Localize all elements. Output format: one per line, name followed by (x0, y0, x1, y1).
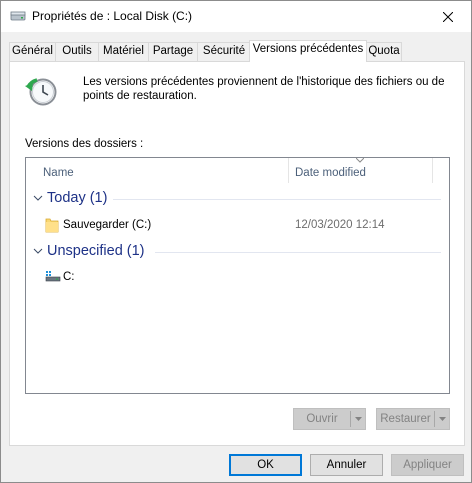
item-date: 12/03/2020 12:14 (295, 219, 385, 231)
split-separator (350, 411, 351, 427)
tab-outils[interactable]: Outils (55, 42, 99, 61)
group-title: Today (1) (47, 190, 108, 206)
previous-versions-panel: Les versions précédentes proviennent de … (9, 61, 465, 446)
column-date-modified[interactable]: Date modified (295, 167, 366, 179)
tab-securite[interactable]: Sécurité (197, 42, 251, 61)
list-item[interactable]: Sauvegarder (C:) 12/03/2020 12:14 (26, 215, 449, 237)
sort-indicator-icon (356, 158, 364, 163)
dropdown-arrow-icon[interactable] (439, 417, 446, 421)
open-button[interactable]: Ouvrir (293, 408, 366, 430)
chevron-down-icon (33, 195, 43, 201)
split-separator (434, 411, 435, 427)
tab-general[interactable]: Général (9, 42, 56, 61)
column-separator[interactable] (432, 158, 433, 183)
apply-button[interactable]: Appliquer (391, 454, 464, 476)
group-header-today[interactable]: Today (1) (26, 189, 449, 209)
window-title: Propriétés de : Local Disk (C:) (32, 9, 193, 23)
folder-icon (45, 218, 59, 233)
description-text: Les versions précédentes proviennent de … (83, 76, 445, 102)
open-button-label: Ouvrir (306, 413, 338, 425)
group-divider (113, 199, 441, 200)
drive-icon (45, 271, 61, 282)
dropdown-arrow-icon[interactable] (355, 417, 362, 421)
tab-partage[interactable]: Partage (148, 42, 198, 61)
group-header-unspecified[interactable]: Unspecified (1) (26, 242, 449, 262)
close-icon (443, 11, 453, 22)
item-name: Sauvegarder (C:) (63, 219, 152, 231)
tab-quota[interactable]: Quota (366, 42, 402, 61)
group-divider (155, 252, 441, 253)
tab-versions-precedentes[interactable]: Versions précédentes (249, 40, 367, 62)
tab-materiel[interactable]: Matériel (98, 42, 149, 61)
list-item[interactable]: C: (26, 267, 449, 289)
column-name[interactable]: Name (43, 167, 74, 179)
group-title: Unspecified (1) (47, 243, 145, 259)
drive-icon (10, 11, 26, 21)
versions-list[interactable]: Name Date modified Today (1) Sauvegarder… (25, 157, 450, 394)
close-button[interactable] (425, 1, 471, 32)
chevron-down-icon (33, 248, 43, 254)
item-name: C: (63, 271, 75, 283)
column-separator[interactable] (288, 158, 289, 183)
list-label: Versions des dossiers : (25, 138, 144, 150)
restore-button-label: Restaurer (380, 413, 431, 425)
ok-button[interactable]: OK (229, 454, 302, 476)
title-bar[interactable]: Propriétés de : Local Disk (C:) (1, 1, 471, 32)
properties-dialog: Propriétés de : Local Disk (C:) Général … (0, 0, 472, 483)
column-header: Name Date modified (26, 158, 449, 184)
restore-button[interactable]: Restaurer (376, 408, 450, 430)
tab-strip: Général Outils Matériel Partage Sécurité… (9, 40, 465, 62)
restore-clock-icon (25, 78, 57, 106)
cancel-button[interactable]: Annuler (310, 454, 383, 476)
